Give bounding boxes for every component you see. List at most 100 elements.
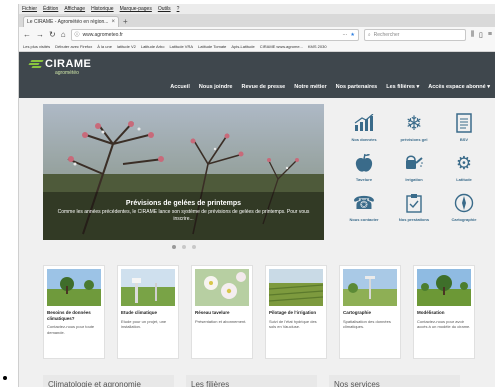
card-text: Présentation et abonnement. [195,318,247,324]
web-page: CIRAME agrométéo Accueil Nous joindre Re… [19,52,495,387]
bookmark-item[interactable]: CIRAME www.agrome... [260,44,303,49]
quick-link-label: Nos prestations [398,217,430,222]
search-icon: ⌕ [367,31,371,38]
hero-slider[interactable]: Prévisions de gelées de printemps Comme … [43,104,324,240]
quick-link-nous-contacter[interactable]: ☎ Nous contacter [339,192,389,223]
slider-text: Comme les années précédentes, le CIRAME … [57,209,310,222]
nav-nos-partenaires[interactable]: Nos partenaires [336,84,378,90]
card-title: Réseau tavelure [195,310,230,315]
reload-icon[interactable]: ↻ [49,30,56,39]
bookmark-item[interactable]: Latitude Arbo [141,44,165,49]
phone-icon: ☎ [352,192,376,213]
menu-marque-pages[interactable]: Marque-pages [120,6,152,12]
search-placeholder: Rechercher [373,31,400,38]
watering-can-icon [403,152,425,174]
card-image [269,269,323,306]
card-image [417,269,471,306]
menu-edition[interactable]: Édition [43,6,58,12]
forward-icon[interactable]: → [36,30,44,39]
card-modelisation[interactable]: Modélisation Contactez-nous pour avoir a… [413,265,475,359]
tab-strip: Le CIRAME - Agrométéo en région... × + [19,14,495,27]
quick-link-label: Nous contacter [349,217,379,222]
section-services[interactable]: Nos services [329,375,460,387]
url-text: www.agrometeo.fr [82,31,123,38]
card-reseau-tavelure[interactable]: Réseau tavelure Présentation et abonneme… [191,265,253,359]
home-icon[interactable]: ⌂ [61,30,66,39]
slider-dot[interactable] [192,245,196,249]
page-actions-icon[interactable]: ··· [342,32,347,38]
bookmark-item[interactable]: Latitude VRA [169,44,193,49]
menu-help[interactable]: ? [177,6,180,12]
site-logo[interactable]: CIRAME agrométéo [28,58,92,76]
card-cartographie[interactable]: Cartographie Spatialisation des données … [339,265,401,359]
bookmark-item[interactable]: latitude V2 [117,44,136,49]
chart-icon [353,112,375,134]
list-bullet [3,376,7,380]
new-tab-button[interactable]: + [123,17,128,26]
card-text: Contactez-nous pour avoir accès à un mod… [417,318,471,330]
slider-dot[interactable] [182,245,186,249]
quick-link-label: Nos données [351,137,377,142]
quick-link-cartographie[interactable]: Cartographie [439,192,489,222]
quick-links-grid: Nos données ❄ prévisions gel BSV Tavelur… [339,112,489,223]
quick-link-label: Irrigation [405,177,423,182]
menu-outils[interactable]: Outils [158,6,171,12]
logo-name: CIRAME [45,58,92,70]
slider-title[interactable]: Prévisions de gelées de printemps [43,200,324,207]
nav-notre-metier[interactable]: Notre métier [294,84,326,90]
document-icon [453,112,475,134]
bookmark-item[interactable]: Les plus visités [23,44,50,49]
slider-dot[interactable] [172,245,176,249]
nav-nous-joindre[interactable]: Nous joindre [199,84,233,90]
bookmark-item[interactable]: Apis-Latitude [231,44,254,49]
url-bar[interactable]: ⓘ www.agrometeo.fr ··· ★ [70,28,359,41]
quick-link-tavelure[interactable]: Tavelure [339,152,389,182]
nav-espace-abonne[interactable]: Accès espace abonné ▾ [428,84,490,90]
section-filieres[interactable]: Les filières [186,375,317,387]
tab-cirame[interactable]: Le CIRAME - Agrométéo en région... × [23,16,119,27]
card-text: Etude pour un projet, une installation. [121,318,167,330]
section-climatologie[interactable]: Climatologie et agronomie [43,375,174,387]
quick-link-label: Cartographie [451,217,477,222]
bookmark-star-icon[interactable]: ★ [350,32,354,38]
search-input[interactable]: ⌕ Rechercher [363,28,466,41]
card-pilotage-irrigation[interactable]: Pilotage de l'irrigation Suivi de l'état… [265,265,327,359]
card-title: Cartographie [343,310,372,315]
logo-mark-icon [28,58,44,70]
bookmark-item[interactable]: Latitude Tomate [198,44,226,49]
menu-fichier[interactable]: Fichier [22,6,37,12]
close-icon[interactable]: × [111,19,115,25]
card-besoins-donnees[interactable]: Besoins de données climatiques? Contacte… [43,265,105,359]
back-icon[interactable]: ← [23,30,31,39]
quick-link-nos-prestations[interactable]: Nos prestations [389,192,439,222]
menu-historique[interactable]: Historique [91,6,114,12]
quick-link-latitude[interactable]: ⚙ Latitude [439,152,489,183]
nav-accueil[interactable]: Accueil [170,84,190,90]
quick-link-previsions-gel[interactable]: ❄ prévisions gel [389,112,439,143]
nav-les-filieres[interactable]: Les filières ▾ [386,84,419,90]
card-etude-climatique[interactable]: Etude climatique Etude pour un projet, u… [117,265,179,359]
info-icon[interactable]: ⓘ [75,31,80,38]
bookmark-item[interactable]: KMS 2030 [308,44,327,49]
bottom-sections: Climatologie et agronomie Les filières N… [43,375,460,387]
nav-revue-de-presse[interactable]: Revue de presse [242,84,286,90]
quick-link-bsv[interactable]: BSV [439,112,489,142]
quick-link-nos-donnees[interactable]: Nos données [339,112,389,142]
browser-window: Fichier Édition Affichage Historique Mar… [18,4,495,387]
library-icon[interactable]: ⫼ [471,31,474,39]
menu-icon[interactable]: ≡ [488,31,492,38]
menu-affichage[interactable]: Affichage [64,6,85,12]
bookmark-item[interactable]: À la une [97,44,112,49]
quick-link-label: Latitude [456,177,472,182]
bookmark-item[interactable]: Débuter avec Firefox [55,44,92,49]
quick-link-irrigation[interactable]: Irrigation [389,152,439,182]
logo-subtitle: agrométéo [55,70,79,76]
site-header: CIRAME agrométéo Accueil Nous joindre Re… [19,52,495,98]
sidebar-icon[interactable]: ▯ [479,31,483,39]
card-image [195,269,249,306]
card-text: Suivi de l'état hydrique des sols en Vau… [269,318,317,330]
card-title: Etude climatique [121,310,158,315]
menu-bar: Fichier Édition Affichage Historique Mar… [19,4,495,14]
card-image [343,269,397,306]
apple-icon [353,152,375,174]
